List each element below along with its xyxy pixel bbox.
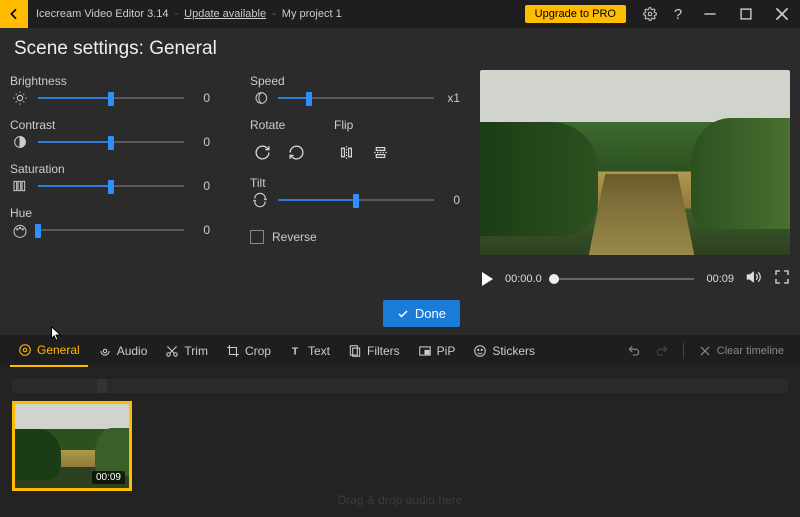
timeline-ruler[interactable] <box>12 379 788 393</box>
settings-icon[interactable] <box>636 0 664 28</box>
hue-icon <box>10 222 30 238</box>
page-title: Scene settings: General <box>0 28 800 66</box>
minimize-button[interactable] <box>692 0 728 28</box>
saturation-label: Saturation <box>10 162 210 176</box>
flip-vertical-button[interactable] <box>368 140 392 164</box>
rotate-label: Rotate <box>250 118 308 132</box>
close-button[interactable] <box>764 0 800 28</box>
tilt-value: 0 <box>442 193 460 207</box>
title-bar: Icecream Video Editor 3.14 - Update avai… <box>28 8 525 20</box>
help-icon[interactable]: ? <box>664 0 692 28</box>
clip-duration-badge: 00:09 <box>92 471 125 484</box>
tab-crop[interactable]: Crop <box>218 335 279 367</box>
saturation-value: 0 <box>192 179 210 193</box>
seek-slider[interactable] <box>554 273 695 285</box>
redo-button[interactable] <box>649 344 675 358</box>
reverse-checkbox[interactable] <box>250 230 264 244</box>
back-button[interactable] <box>0 0 28 28</box>
contrast-value: 0 <box>192 135 210 149</box>
tab-filters[interactable]: Filters <box>340 335 408 367</box>
player-position: 00:00.0 <box>505 273 542 285</box>
play-button[interactable] <box>480 272 493 286</box>
contrast-icon <box>10 134 30 150</box>
clear-timeline-button[interactable]: Clear timeline <box>692 344 790 358</box>
contrast-label: Contrast <box>10 118 210 132</box>
reverse-label: Reverse <box>272 230 317 244</box>
project-name: My project 1 <box>282 8 342 20</box>
speed-icon <box>250 90 270 106</box>
maximize-button[interactable] <box>728 0 764 28</box>
tab-audio[interactable]: Audio <box>90 335 156 367</box>
player-duration: 00:09 <box>706 273 734 285</box>
brightness-slider[interactable] <box>38 90 184 106</box>
rotate-ccw-button[interactable] <box>284 140 308 164</box>
flip-horizontal-button[interactable] <box>334 140 358 164</box>
rotate-cw-button[interactable] <box>250 140 274 164</box>
tilt-label: Tilt <box>250 176 460 190</box>
app-name: Icecream Video Editor 3.14 <box>36 8 168 20</box>
upgrade-button[interactable]: Upgrade to PRO <box>525 5 626 23</box>
speed-label: Speed <box>250 74 460 88</box>
hue-value: 0 <box>192 223 210 237</box>
hue-slider[interactable] <box>38 222 184 238</box>
tilt-icon <box>250 192 270 208</box>
done-button[interactable]: Done <box>383 300 460 327</box>
preview-video <box>480 70 790 255</box>
tilt-slider[interactable] <box>278 192 434 208</box>
tab-pip[interactable]: PiP <box>410 335 464 367</box>
brightness-icon <box>10 90 30 106</box>
speed-value: x1 <box>442 91 460 105</box>
saturation-slider[interactable] <box>38 178 184 194</box>
timeline-clip[interactable]: 00:09 <box>12 401 132 491</box>
audio-drop-hint: Drag & drop audio here <box>0 493 800 507</box>
svg-text:T: T <box>292 346 299 358</box>
tab-general[interactable]: General <box>10 335 88 367</box>
undo-button[interactable] <box>621 344 647 358</box>
tab-stickers[interactable]: Stickers <box>465 335 543 367</box>
brightness-value: 0 <box>192 91 210 105</box>
update-link[interactable]: Update available <box>184 8 266 20</box>
flip-label: Flip <box>334 118 392 132</box>
volume-icon[interactable] <box>746 269 762 288</box>
saturation-icon <box>10 178 30 194</box>
contrast-slider[interactable] <box>38 134 184 150</box>
fullscreen-icon[interactable] <box>774 269 790 288</box>
speed-slider[interactable] <box>278 90 434 106</box>
tab-trim[interactable]: Trim <box>157 335 216 367</box>
tab-text[interactable]: TText <box>281 335 338 367</box>
timeline[interactable]: 00:09 Drag & drop audio here <box>0 367 800 517</box>
brightness-label: Brightness <box>10 74 210 88</box>
hue-label: Hue <box>10 206 210 220</box>
